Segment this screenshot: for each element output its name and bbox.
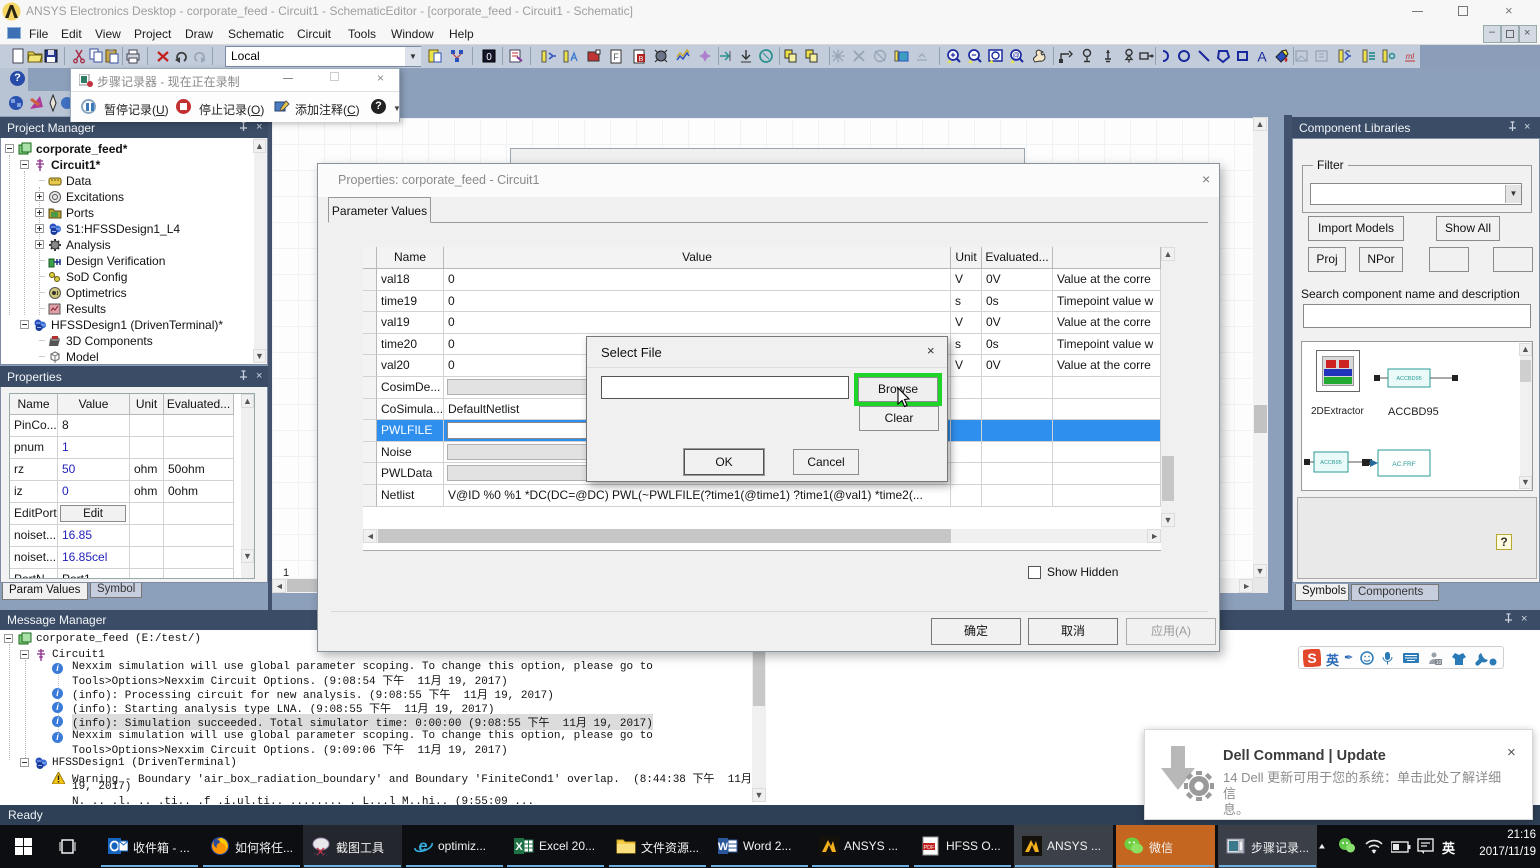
svg-text:AC.FRF: AC.FRF [1392,461,1416,468]
svg-text:ACCBD95: ACCBD95 [1396,376,1421,382]
svg-text:0: 0 [486,52,492,63]
svg-text:S: S [1307,650,1316,666]
svg-text:F: F [613,52,619,62]
svg-text:e: e [419,838,428,855]
svg-text:@: @ [1012,53,1019,60]
svg-text:10: 10 [1436,660,1442,666]
svg-text:ACCB95: ACCB95 [1320,460,1341,466]
svg-text:B: B [639,56,644,63]
svg-text:PDF: PDF [924,845,936,851]
svg-text:W: W [718,841,729,853]
svg-text:X: X [515,841,523,853]
svg-text:A: A [1257,49,1267,65]
svg-text:ml: ml [1406,52,1415,61]
